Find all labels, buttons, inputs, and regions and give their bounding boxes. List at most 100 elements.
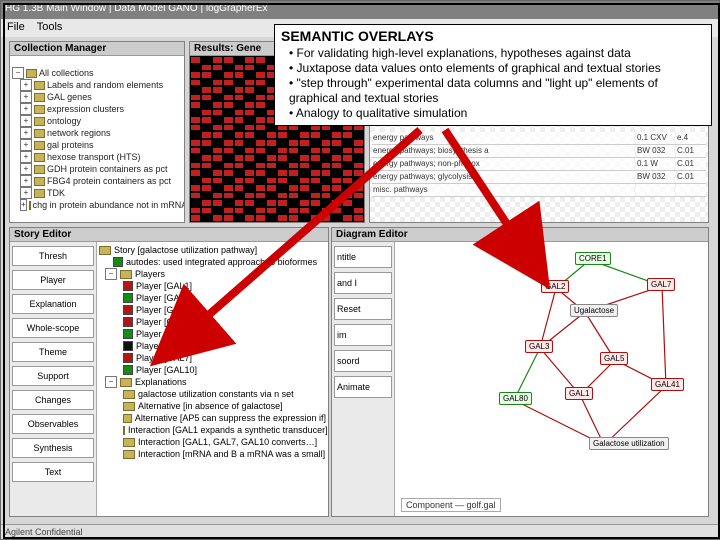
heatmap-cell[interactable] bbox=[201, 79, 212, 87]
heatmap-cell[interactable] bbox=[223, 109, 234, 117]
heatmap-cell[interactable] bbox=[266, 214, 277, 222]
heatmap-cell[interactable] bbox=[244, 177, 255, 185]
diagram-node[interactable]: Ugalactose bbox=[570, 304, 618, 317]
heatmap-cell[interactable] bbox=[212, 177, 223, 185]
heatmap-cell[interactable] bbox=[201, 56, 212, 64]
heatmap-cell[interactable] bbox=[277, 214, 288, 222]
expand-icon[interactable]: + bbox=[20, 151, 32, 163]
explanation-row[interactable]: Interaction [mRNA and B a mRNA was a sma… bbox=[99, 448, 326, 460]
explanation-row[interactable]: Alternative [AP5 can suppress the expres… bbox=[99, 412, 326, 424]
story-slot[interactable]: Whole-scope bbox=[12, 318, 94, 338]
heatmap-cell[interactable] bbox=[288, 139, 299, 147]
heatmap-cell[interactable] bbox=[201, 124, 212, 132]
collection-item[interactable]: +gal proteins bbox=[12, 139, 182, 151]
heatmap-cell[interactable] bbox=[266, 154, 277, 162]
diagram-node[interactable]: GAL2 bbox=[541, 280, 569, 293]
heatmap-cell[interactable] bbox=[201, 192, 212, 200]
diagram-button[interactable]: soord bbox=[334, 350, 392, 372]
heatmap-cell[interactable] bbox=[201, 64, 212, 72]
heatmap-cell[interactable] bbox=[244, 169, 255, 177]
heatmap-cell[interactable] bbox=[244, 86, 255, 94]
heatmap-cell[interactable] bbox=[201, 116, 212, 124]
heatmap-cell[interactable] bbox=[212, 154, 223, 162]
heatmap-cell[interactable] bbox=[223, 139, 234, 147]
player-row[interactable]: Player [GAL5] bbox=[99, 328, 326, 340]
heatmap-cell[interactable] bbox=[201, 86, 212, 94]
heatmap-cell[interactable] bbox=[212, 207, 223, 215]
heatmap-cell[interactable] bbox=[310, 147, 321, 155]
heatmap-cell[interactable] bbox=[212, 192, 223, 200]
heatmap-cell[interactable] bbox=[277, 154, 288, 162]
heatmap-cell[interactable] bbox=[321, 184, 332, 192]
heatmap-cell[interactable] bbox=[310, 177, 321, 185]
heatmap-cell[interactable] bbox=[288, 199, 299, 207]
heatmap-cell[interactable] bbox=[353, 177, 364, 185]
collection-tree[interactable]: −All collections+Labels and random eleme… bbox=[10, 65, 184, 213]
heatmap-cell[interactable] bbox=[310, 214, 321, 222]
filter-row[interactable]: energy pathways0.1 CXVe.4 bbox=[372, 132, 706, 145]
heatmap-cell[interactable] bbox=[342, 199, 353, 207]
heatmap-cell[interactable] bbox=[190, 214, 201, 222]
heatmap-cell[interactable] bbox=[201, 214, 212, 222]
expand-icon[interactable]: − bbox=[105, 376, 117, 388]
heatmap-cell[interactable] bbox=[255, 101, 266, 109]
heatmap-cell[interactable] bbox=[299, 177, 310, 185]
expand-icon[interactable]: + bbox=[20, 187, 32, 199]
heatmap-cell[interactable] bbox=[331, 131, 342, 139]
heatmap-cell[interactable] bbox=[353, 214, 364, 222]
heatmap-cell[interactable] bbox=[201, 177, 212, 185]
heatmap-cell[interactable] bbox=[255, 207, 266, 215]
heatmap-cell[interactable] bbox=[234, 116, 245, 124]
collection-item[interactable]: +ontology bbox=[12, 115, 182, 127]
collection-item[interactable]: +hexose transport (HTS) bbox=[12, 151, 182, 163]
heatmap-cell[interactable] bbox=[331, 199, 342, 207]
heatmap-cell[interactable] bbox=[255, 154, 266, 162]
expand-icon[interactable]: − bbox=[12, 67, 24, 79]
heatmap-cell[interactable] bbox=[212, 109, 223, 117]
heatmap-cell[interactable] bbox=[255, 79, 266, 87]
heatmap-cell[interactable] bbox=[223, 116, 234, 124]
collection-item[interactable]: −All collections bbox=[12, 67, 182, 79]
heatmap-cell[interactable] bbox=[201, 109, 212, 117]
heatmap-cell[interactable] bbox=[244, 139, 255, 147]
heatmap-cell[interactable] bbox=[299, 199, 310, 207]
heatmap-cell[interactable] bbox=[321, 214, 332, 222]
heatmap-cell[interactable] bbox=[201, 169, 212, 177]
heatmap-cell[interactable] bbox=[266, 147, 277, 155]
heatmap-cell[interactable] bbox=[288, 154, 299, 162]
heatmap-cell[interactable] bbox=[244, 214, 255, 222]
heatmap-cell[interactable] bbox=[266, 192, 277, 200]
heatmap-cell[interactable] bbox=[342, 214, 353, 222]
heatmap-cell[interactable] bbox=[266, 131, 277, 139]
heatmap-cell[interactable] bbox=[310, 154, 321, 162]
heatmap-cell[interactable] bbox=[255, 214, 266, 222]
heatmap-cell[interactable] bbox=[244, 116, 255, 124]
heatmap-cell[interactable] bbox=[234, 192, 245, 200]
explanation-row[interactable]: Interaction [GAL1, GAL7, GAL10 converts…… bbox=[99, 436, 326, 448]
heatmap-cell[interactable] bbox=[212, 184, 223, 192]
heatmap-cell[interactable] bbox=[223, 184, 234, 192]
heatmap-cell[interactable] bbox=[255, 116, 266, 124]
heatmap-cell[interactable] bbox=[234, 94, 245, 102]
heatmap-cell[interactable] bbox=[190, 207, 201, 215]
heatmap-cell[interactable] bbox=[190, 162, 201, 170]
heatmap-cell[interactable] bbox=[234, 64, 245, 72]
heatmap-cell[interactable] bbox=[277, 177, 288, 185]
heatmap-cell[interactable] bbox=[244, 56, 255, 64]
heatmap-cell[interactable] bbox=[244, 94, 255, 102]
heatmap-cell[interactable] bbox=[288, 184, 299, 192]
heatmap-cell[interactable] bbox=[190, 71, 201, 79]
heatmap-cell[interactable] bbox=[342, 184, 353, 192]
heatmap-cell[interactable] bbox=[201, 94, 212, 102]
heatmap-cell[interactable] bbox=[201, 154, 212, 162]
heatmap-cell[interactable] bbox=[331, 177, 342, 185]
heatmap-cell[interactable] bbox=[255, 199, 266, 207]
heatmap-cell[interactable] bbox=[190, 86, 201, 94]
heatmap-cell[interactable] bbox=[223, 56, 234, 64]
heatmap-cell[interactable] bbox=[321, 147, 332, 155]
heatmap-cell[interactable] bbox=[212, 79, 223, 87]
heatmap-cell[interactable] bbox=[201, 131, 212, 139]
player-row[interactable]: Player [GAL4] bbox=[99, 316, 326, 328]
heatmap-cell[interactable] bbox=[277, 169, 288, 177]
heatmap-cell[interactable] bbox=[223, 207, 234, 215]
